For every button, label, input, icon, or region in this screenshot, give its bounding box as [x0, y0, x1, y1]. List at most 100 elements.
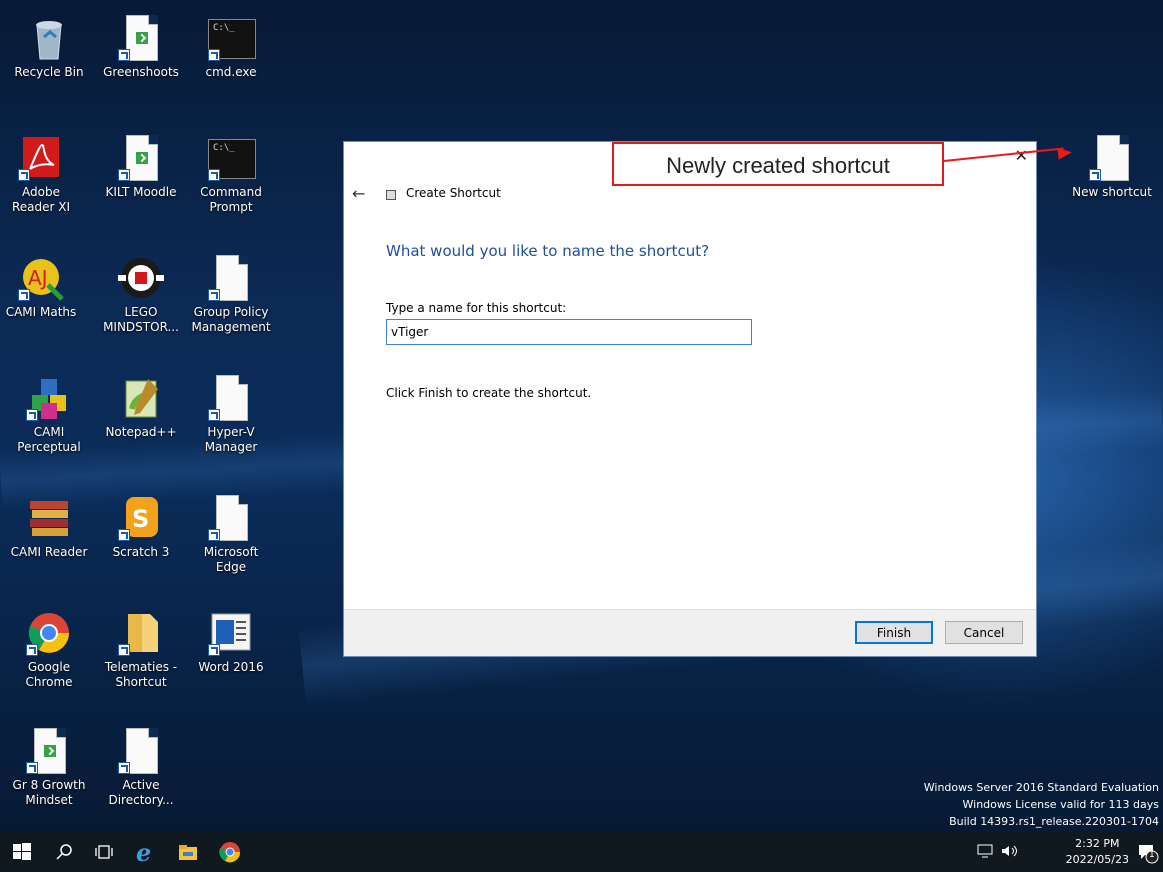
svg-text:AJ: AJ	[28, 266, 48, 290]
dialog-heading: What would you like to name the shortcut…	[386, 242, 710, 260]
shortcut-arrow-icon	[26, 644, 38, 656]
shortcut-wizard-icon	[386, 190, 396, 200]
desktop-icon-active-directory[interactable]: Active Directory...	[100, 728, 182, 808]
blank-file-icon	[118, 728, 164, 774]
desktop-icon-recycle-bin[interactable]: Recycle Bin	[8, 15, 90, 80]
desktop-icon-cami-perceptual[interactable]: CAMI Perceptual	[8, 375, 90, 455]
desktop-icon-microsoft-edge[interactable]: Microsoft Edge	[190, 495, 272, 575]
shortcut-arrow-icon	[208, 49, 220, 61]
task-view-icon[interactable]	[92, 840, 116, 864]
desktop-icon-gr8-growth-mindset[interactable]: Gr 8 Growth Mindset	[8, 728, 90, 808]
desktop-icon-word-2016[interactable]: Word 2016	[190, 610, 272, 675]
finish-hint: Click Finish to create the shortcut.	[386, 386, 592, 400]
shortcut-file-icon	[118, 15, 164, 61]
chrome-taskbar-icon[interactable]	[218, 840, 242, 864]
desktop-icon-label: Recycle Bin	[14, 65, 84, 79]
search-icon[interactable]	[52, 840, 76, 864]
annotation-arrowhead-icon	[1057, 146, 1073, 160]
shortcut-arrow-icon	[1089, 169, 1101, 181]
desktop-icon-notepadpp[interactable]: Notepad++	[100, 375, 182, 440]
desktop-icon-cami-maths[interactable]: AJ CAMI Maths	[0, 255, 82, 320]
desktop-icon-kilt-moodle[interactable]: KILT Moodle	[100, 135, 182, 200]
desktop-icon-label: CAMI Reader	[10, 545, 88, 559]
shortcut-name-input[interactable]	[386, 319, 752, 345]
windows-watermark: Windows Server 2016 Standard Evaluation …	[924, 779, 1159, 830]
desktop-icon-label: Notepad++	[105, 425, 177, 439]
desktop-icon-label: Greenshoots	[103, 65, 179, 79]
shortcut-arrow-icon	[18, 289, 30, 301]
windows-start-icon[interactable]	[10, 840, 34, 864]
annotation-callout: Newly created shortcut	[612, 142, 944, 186]
name-field-label: Type a name for this shortcut:	[386, 301, 567, 315]
clock-time: 2:32 PM	[1075, 837, 1120, 850]
cami-perceptual-icon	[26, 375, 72, 421]
shortcut-arrow-icon	[118, 644, 130, 656]
create-shortcut-dialog: ✕ ← Create Shortcut What would you like …	[343, 141, 1037, 657]
shortcut-arrow-icon	[26, 762, 38, 774]
internet-explorer-icon[interactable]: e	[134, 838, 158, 867]
finish-button[interactable]: Finish	[855, 621, 933, 644]
close-icon[interactable]: ✕	[1015, 146, 1028, 165]
dialog-title: Create Shortcut	[406, 186, 501, 200]
adobe-reader-icon	[18, 135, 64, 181]
shortcut-file-icon	[26, 728, 72, 774]
desktop-icon-label: Gr 8 Growth Mindset	[12, 778, 86, 807]
desktop-icon-label: Adobe Reader XI	[11, 185, 71, 214]
shortcut-arrow-icon	[118, 169, 130, 181]
notification-count: 1	[1149, 850, 1155, 860]
desktop-icon-adobe-reader[interactable]: Adobe Reader XI	[0, 135, 82, 215]
desktop-icon-label: Scratch 3	[112, 545, 170, 559]
console-icon: C:\_	[208, 135, 256, 181]
desktop-icon-cami-reader[interactable]: CAMI Reader	[8, 495, 90, 560]
scratch-icon: S	[118, 495, 164, 541]
svg-text:e: e	[136, 840, 151, 864]
shortcut-file-icon	[118, 135, 164, 181]
folder-icon	[118, 610, 164, 656]
shortcut-arrow-icon	[208, 289, 220, 301]
desktop-icon-label: Google Chrome	[25, 660, 73, 689]
shortcut-arrow-icon	[118, 762, 130, 774]
notepadpp-icon	[118, 375, 164, 421]
watermark-line: Windows License valid for 113 days	[962, 798, 1160, 811]
taskbar: e 2:32 PM 2022/05/23 1	[0, 832, 1163, 872]
back-arrow-icon[interactable]: ←	[352, 184, 365, 203]
volume-icon[interactable]	[1000, 844, 1018, 861]
desktop-icon-google-chrome[interactable]: Google Chrome	[8, 610, 90, 690]
cami-maths-icon: AJ	[18, 255, 64, 301]
desktop-icon-label: New shortcut	[1072, 185, 1152, 199]
desktop-icon-label: LEGO MINDSTOR...	[103, 305, 179, 334]
desktop-icon-scratch3[interactable]: S Scratch 3	[100, 495, 182, 560]
desktop-icon-label: CAMI Maths	[5, 305, 77, 319]
desktop-icon-group-policy[interactable]: Group Policy Management	[190, 255, 272, 335]
shortcut-arrow-icon	[208, 529, 220, 541]
lego-mindstorms-icon	[118, 255, 164, 301]
desktop-icon-label: Command Prompt	[200, 185, 262, 214]
shortcut-arrow-icon	[208, 169, 220, 181]
cancel-button[interactable]: Cancel	[945, 621, 1023, 644]
blank-file-icon	[1089, 135, 1135, 181]
blank-file-icon	[208, 375, 254, 421]
system-clock[interactable]: 2:32 PM 2022/05/23	[1066, 836, 1129, 868]
blank-file-icon	[208, 495, 254, 541]
word-icon	[208, 610, 254, 656]
desktop-icon-telematies[interactable]: Telematies - Shortcut	[100, 610, 182, 690]
desktop-icon-label: Group Policy Management	[191, 305, 271, 334]
shortcut-arrow-icon	[118, 49, 130, 61]
console-icon: C:\_	[208, 15, 256, 61]
desktop-icon-command-prompt[interactable]: C:\_ Command Prompt	[190, 135, 272, 215]
dialog-footer: Finish Cancel	[344, 609, 1036, 656]
network-icon[interactable]	[977, 844, 995, 861]
clock-date: 2022/05/23	[1065, 853, 1129, 866]
desktop-icon-new-shortcut[interactable]: New shortcut	[1071, 135, 1153, 200]
notification-center-icon[interactable]: 1	[1135, 840, 1159, 864]
desktop-icon-label: Hyper-V Manager	[204, 425, 258, 454]
desktop-icon-cmd-exe[interactable]: C:\_ cmd.exe	[190, 15, 272, 80]
desktop-icon-label: Telematies - Shortcut	[104, 660, 178, 689]
desktop-icon-hyper-v[interactable]: Hyper-V Manager	[190, 375, 272, 455]
svg-text:S: S	[132, 505, 149, 533]
desktop-icon-lego-mindstorms[interactable]: LEGO MINDSTOR...	[100, 255, 182, 335]
desktop-icon-label: CAMI Perceptual	[17, 425, 81, 454]
desktop-icon-label: cmd.exe	[205, 65, 257, 79]
desktop-icon-greenshoots[interactable]: Greenshoots	[100, 15, 182, 80]
file-explorer-icon[interactable]	[176, 840, 200, 864]
